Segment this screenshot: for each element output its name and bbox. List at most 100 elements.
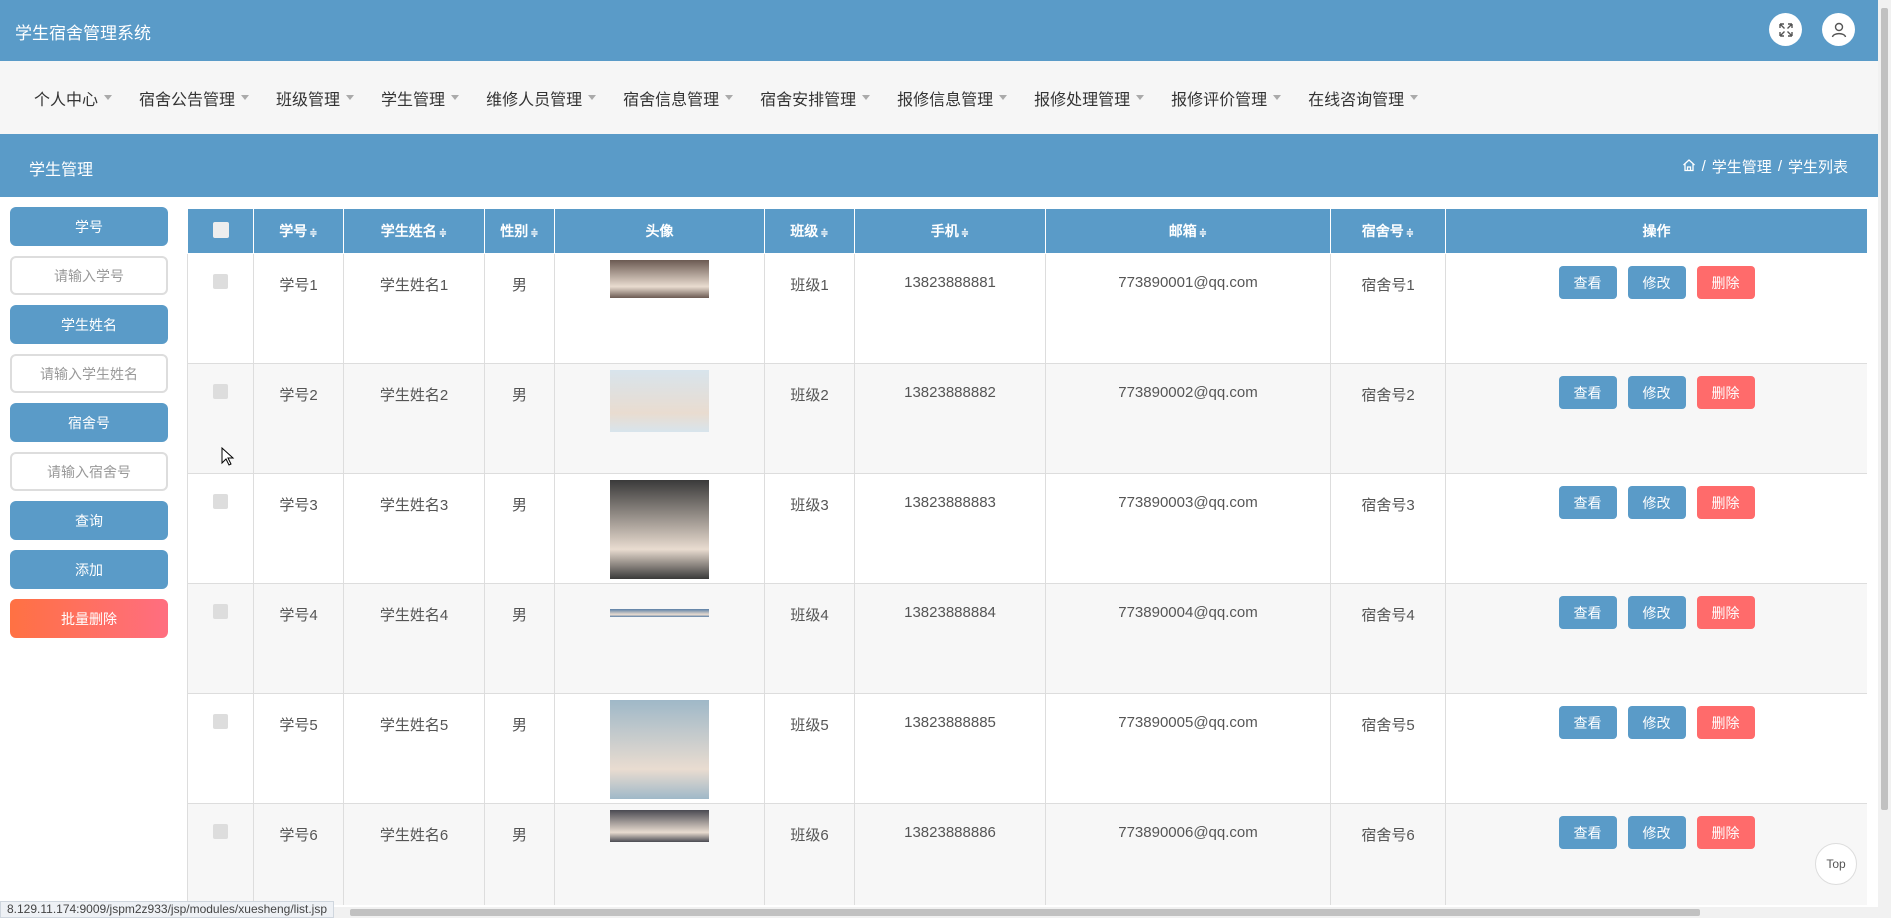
nav-item[interactable]: 班级管理 xyxy=(276,86,355,110)
dorm-label: 宿舍号 xyxy=(10,403,168,442)
delete-button[interactable]: 删除 xyxy=(1696,486,1755,519)
cell-id: 学号1 xyxy=(253,253,344,364)
column-header: 操作 xyxy=(1445,208,1867,254)
cell-class: 班级1 xyxy=(764,253,855,364)
cell-id: 学号6 xyxy=(253,803,344,905)
student-name-input[interactable] xyxy=(10,354,168,393)
column-header[interactable]: 邮箱 ≑ xyxy=(1045,208,1331,254)
sort-icon[interactable]: ≑ xyxy=(439,228,447,239)
actions-cell: 查看 修改 删除 xyxy=(1445,693,1867,804)
view-button[interactable]: 查看 xyxy=(1558,706,1617,739)
edit-button[interactable]: 修改 xyxy=(1627,486,1686,519)
mouse-cursor-icon xyxy=(221,447,235,466)
edit-button[interactable]: 修改 xyxy=(1627,706,1686,739)
view-button[interactable]: 查看 xyxy=(1558,266,1617,299)
nav-item[interactable]: 个人中心 xyxy=(34,86,113,110)
user-icon[interactable] xyxy=(1822,13,1855,46)
delete-button[interactable]: 删除 xyxy=(1696,816,1755,849)
nav-item[interactable]: 宿舍信息管理 xyxy=(623,86,734,110)
nav-item[interactable]: 报修处理管理 xyxy=(1034,86,1145,110)
sort-icon[interactable]: ≑ xyxy=(530,228,538,239)
caret-down-icon xyxy=(241,95,250,100)
view-button[interactable]: 查看 xyxy=(1558,596,1617,629)
cell-phone: 13823888883 xyxy=(854,473,1046,584)
column-header[interactable]: 宿舍号 ≑ xyxy=(1330,208,1446,254)
sort-icon[interactable]: ≑ xyxy=(1199,228,1207,239)
batch-delete-button[interactable]: 批量删除 xyxy=(10,599,168,638)
row-checkbox[interactable] xyxy=(213,274,228,289)
view-button[interactable]: 查看 xyxy=(1558,816,1617,849)
view-button[interactable]: 查看 xyxy=(1558,486,1617,519)
nav-item[interactable]: 学生管理 xyxy=(381,86,460,110)
query-button[interactable]: 查询 xyxy=(10,501,168,540)
edit-button[interactable]: 修改 xyxy=(1627,266,1686,299)
row-checkbox[interactable] xyxy=(213,714,228,729)
cell-name: 学生姓名2 xyxy=(343,363,485,474)
row-checkbox[interactable] xyxy=(213,824,228,839)
sort-icon[interactable]: ≑ xyxy=(961,228,969,239)
breadcrumb-separator: / xyxy=(1777,158,1782,175)
cell-gender: 男 xyxy=(484,693,555,804)
row-select-cell xyxy=(187,583,254,694)
main-nav: 个人中心 宿舍公告管理 班级管理 学生管理 维修人员管理 宿舍信息管理 宿舍安排管理 报修信息… xyxy=(0,61,1878,134)
nav-item[interactable]: 在线咨询管理 xyxy=(1308,86,1419,110)
student-id-input[interactable] xyxy=(10,256,168,295)
row-checkbox[interactable] xyxy=(213,494,228,509)
avatar xyxy=(610,609,709,617)
delete-button[interactable]: 删除 xyxy=(1696,266,1755,299)
delete-button[interactable]: 删除 xyxy=(1696,706,1755,739)
page-title: 学生管理 xyxy=(29,162,94,179)
avatar-cell xyxy=(554,803,765,905)
status-url: 8.129.11.174:9009/jspm2z933/jsp/modules/… xyxy=(0,901,334,918)
cell-email: 773890006@qq.com xyxy=(1045,803,1331,905)
avatar xyxy=(610,480,709,579)
cell-gender: 男 xyxy=(484,803,555,905)
column-header[interactable]: 班级 ≑ xyxy=(764,208,855,254)
delete-button[interactable]: 删除 xyxy=(1696,376,1755,409)
column-header[interactable]: 学号 ≑ xyxy=(253,208,344,254)
cell-email: 773890001@qq.com xyxy=(1045,253,1331,364)
table-row: 学号2 学生姓名2 男 班级2 13823888882 773890002@qq.com 宿… xyxy=(187,363,1867,474)
edit-button[interactable]: 修改 xyxy=(1627,376,1686,409)
caret-down-icon xyxy=(588,95,597,100)
breadcrumb-item[interactable]: 学生管理 xyxy=(1712,156,1772,177)
nav-item[interactable]: 报修信息管理 xyxy=(897,86,1008,110)
edit-button[interactable]: 修改 xyxy=(1627,596,1686,629)
nav-item[interactable]: 宿舍公告管理 xyxy=(139,86,250,110)
cell-phone: 13823888885 xyxy=(854,693,1046,804)
column-header[interactable]: 性别 ≑ xyxy=(484,208,555,254)
avatar xyxy=(610,810,709,842)
cell-dorm: 宿舍号6 xyxy=(1330,803,1446,905)
avatar-cell xyxy=(554,473,765,584)
row-checkbox[interactable] xyxy=(213,384,228,399)
view-button[interactable]: 查看 xyxy=(1558,376,1617,409)
avatar-cell xyxy=(554,583,765,694)
edit-button[interactable]: 修改 xyxy=(1627,816,1686,849)
sort-icon[interactable]: ≑ xyxy=(309,228,317,239)
row-checkbox[interactable] xyxy=(213,604,228,619)
vertical-scrollbar[interactable] xyxy=(1878,0,1891,918)
cell-class: 班级2 xyxy=(764,363,855,474)
nav-item-label: 报修评价管理 xyxy=(1171,91,1268,109)
dorm-input[interactable] xyxy=(10,452,168,491)
delete-button[interactable]: 删除 xyxy=(1696,596,1755,629)
nav-item-label: 班级管理 xyxy=(276,91,341,109)
sort-icon[interactable]: ≑ xyxy=(1406,228,1414,239)
column-header[interactable]: 学生姓名 ≑ xyxy=(343,208,485,254)
nav-item-label: 宿舍安排管理 xyxy=(760,91,857,109)
add-button[interactable]: 添加 xyxy=(10,550,168,589)
column-header[interactable]: 手机 ≑ xyxy=(854,208,1046,254)
cell-name: 学生姓名1 xyxy=(343,253,485,364)
actions-cell: 查看 修改 删除 xyxy=(1445,253,1867,364)
select-all-checkbox[interactable] xyxy=(212,221,229,238)
sort-icon[interactable]: ≑ xyxy=(820,228,828,239)
home-icon[interactable] xyxy=(1682,158,1696,176)
nav-item[interactable]: 维修人员管理 xyxy=(486,86,597,110)
back-to-top-button[interactable]: Top xyxy=(1815,843,1857,885)
nav-item[interactable]: 宿舍安排管理 xyxy=(760,86,871,110)
fullscreen-icon[interactable] xyxy=(1769,13,1802,46)
cell-dorm: 宿舍号4 xyxy=(1330,583,1446,694)
cell-gender: 男 xyxy=(484,583,555,694)
row-select-cell xyxy=(187,253,254,364)
nav-item[interactable]: 报修评价管理 xyxy=(1171,86,1282,110)
